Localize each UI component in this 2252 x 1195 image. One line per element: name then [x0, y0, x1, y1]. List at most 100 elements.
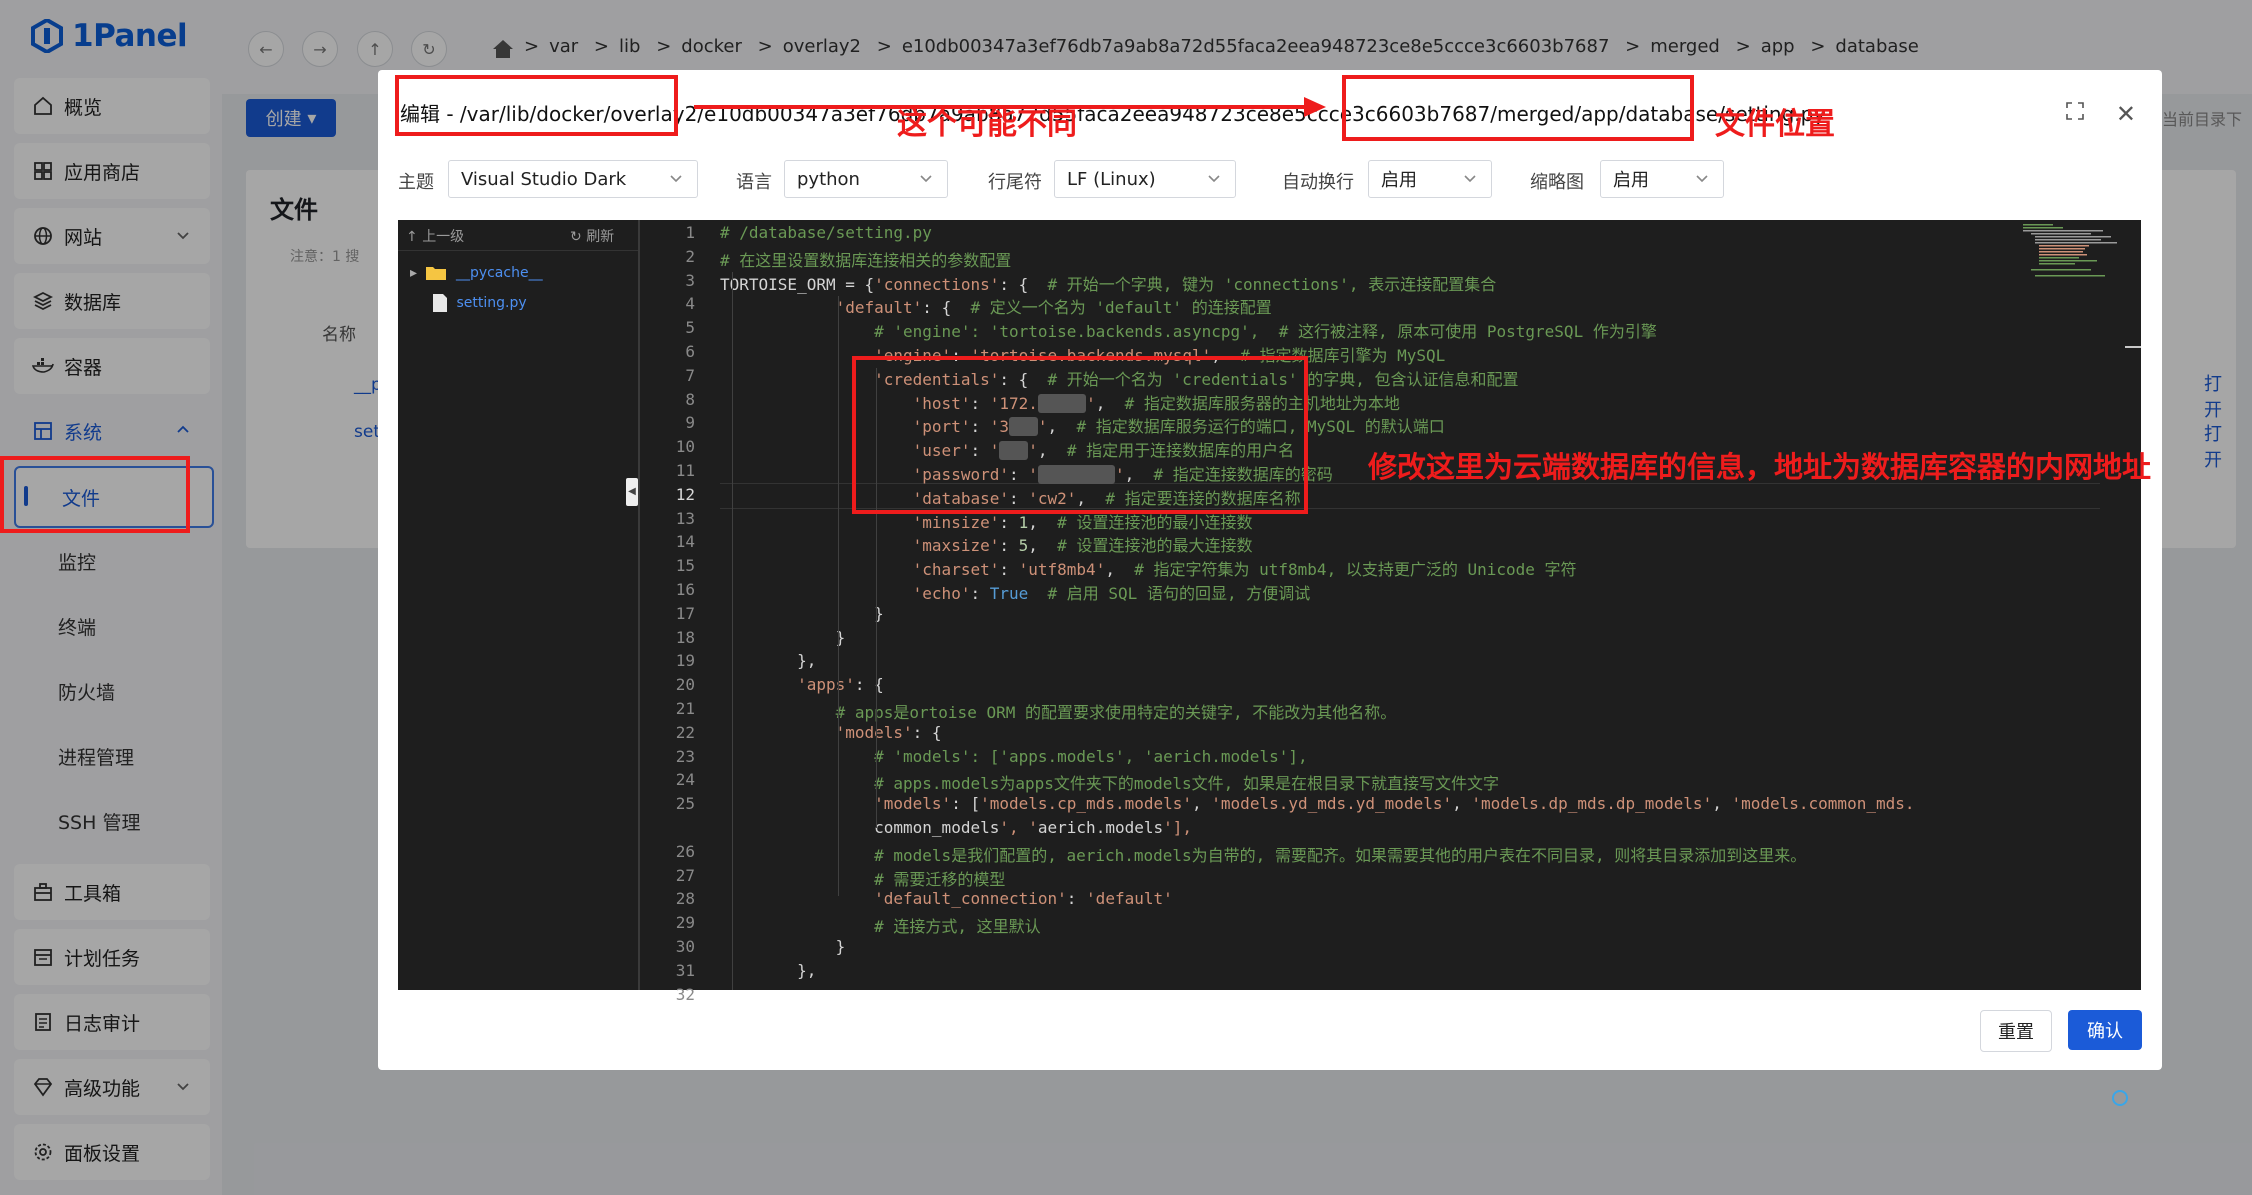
close-icon[interactable]: ✕ — [2116, 100, 2136, 128]
code-area[interactable]: # /database/setting.py # 在这里设置数据库连接相关的参数配… — [720, 220, 2100, 990]
code-line: # 'models': ['apps.models', 'aerich.mode… — [874, 746, 1308, 766]
code-line: # 'engine': 'tortoise.backends.asyncpg',… — [874, 322, 1657, 342]
minimap-select[interactable]: 启用 — [1600, 160, 1724, 198]
loading-spinner-icon — [2112, 1090, 2128, 1106]
line-number: 17 — [675, 603, 695, 623]
collapse-tree-handle[interactable]: ◀ — [626, 478, 638, 506]
line-number: 28 — [675, 889, 695, 909]
code-line: 'use_tz': False, # 是否启用时区支持, 设置为 False 代… — [720, 985, 1364, 990]
code-line: # models是我们配置的, aerich.models为自带的, 需要配齐。… — [874, 845, 1807, 865]
code-line: # 在这里设置数据库连接相关的参数配置 — [720, 250, 1012, 270]
line-number: 26 — [675, 841, 695, 861]
parent-dir-button[interactable]: ↑ 上一级 — [406, 226, 464, 246]
annotation-text-differ: 这个可能不同 — [897, 107, 1077, 142]
line-number: 19 — [675, 651, 695, 671]
chevron-down-icon — [1464, 175, 1476, 183]
code-line: } — [720, 937, 846, 956]
chevron-down-icon — [670, 175, 682, 183]
line-number: 27 — [675, 865, 695, 885]
tree-folder-item[interactable]: ▸ __pycache__ — [410, 265, 543, 281]
line-number: 8 — [685, 389, 695, 409]
code-line: 'echo': True # 启用 SQL 语句的回显, 方便调试 — [912, 584, 1311, 603]
code-line: }, — [720, 960, 817, 980]
code-line: } — [720, 627, 846, 647]
code-line: 'models': { — [835, 722, 942, 742]
annotation-box-credentials — [852, 356, 1308, 514]
code-line: } — [720, 603, 884, 623]
code-line: }, — [720, 651, 817, 671]
line-number: 10 — [675, 437, 695, 457]
line-number: 9 — [685, 413, 695, 433]
line-number: 15 — [675, 556, 695, 576]
annotation-text-file-location: 文件位置 — [1715, 107, 1835, 142]
eol-select[interactable]: LF (Linux) — [1054, 160, 1236, 198]
code-line: common_models', 'aerich.models'], — [720, 818, 1193, 837]
code-line: # 连接方式, 这里默认 — [874, 917, 1041, 937]
line-number: 1 — [685, 223, 695, 242]
line-number: 21 — [675, 699, 695, 718]
tree-file-item[interactable]: setting.py — [432, 293, 527, 313]
annotation-text-modify: 修改这里为云端数据库的信息，地址为数据库容器的内网地址 — [1368, 450, 2152, 484]
eol-label: 行尾符 — [988, 172, 1042, 193]
code-line: TORTOISE_ORM = {'connections': { # 开始一个字… — [720, 274, 1497, 294]
code-line: # apps是ortoise ORM 的配置要求使用特定的关键字, 不能改为其他… — [835, 703, 1397, 722]
code-line: 'default': { # 定义一个名为 'default' 的连接配置 — [835, 298, 1272, 318]
code-editor[interactable]: ↑ 上一级 ↻ 刷新 ▸ __pycache__ setting.py ◀ 12… — [398, 220, 2141, 1004]
line-number: 3 — [685, 270, 695, 290]
annotation-box-path-start — [395, 75, 678, 136]
code-line: 'maxsize': 5, # 设置连接池的最大连接数 — [912, 536, 1253, 556]
line-number: 18 — [675, 627, 695, 647]
language-select[interactable]: python — [784, 160, 948, 198]
line-number: 5 — [685, 318, 695, 338]
file-tree-toolbar: ↑ 上一级 ↻ 刷新 — [398, 220, 638, 251]
line-number: 6 — [685, 342, 695, 361]
line-number: 13 — [675, 508, 695, 528]
line-number: 30 — [675, 937, 695, 956]
line-number: 4 — [685, 294, 695, 314]
theme-select[interactable]: Visual Studio Dark — [448, 160, 698, 198]
annotation-box-path-end — [1342, 75, 1694, 141]
file-tree: ↑ 上一级 ↻ 刷新 ▸ __pycache__ setting.py ◀ — [398, 220, 640, 990]
line-number: 23 — [675, 746, 695, 766]
theme-label: 主题 — [398, 172, 434, 193]
code-line: # 需要迁移的模型 — [874, 869, 1006, 889]
line-number: 31 — [675, 960, 695, 980]
scroll-indicator — [2125, 346, 2141, 348]
fullscreen-icon[interactable] — [2066, 102, 2084, 120]
word-wrap-select[interactable]: 启用 — [1368, 160, 1492, 198]
minimap[interactable] — [2021, 222, 2121, 292]
code-line: 'default_connection': 'default' — [874, 889, 1173, 909]
line-number: 32 — [675, 984, 695, 1004]
caret-right-icon: ▸ — [410, 265, 418, 281]
line-number: 29 — [675, 913, 695, 933]
line-number: 24 — [675, 770, 695, 790]
confirm-button[interactable]: 确认 — [2068, 1010, 2142, 1050]
tree-refresh-button[interactable]: ↻ 刷新 — [570, 226, 614, 246]
line-number: 14 — [675, 532, 695, 552]
line-number: 12 — [675, 484, 695, 504]
line-number: 20 — [675, 675, 695, 695]
annotation-box-files-menu — [0, 456, 190, 533]
line-number: 7 — [685, 365, 695, 385]
code-line: 'apps': { — [797, 675, 884, 695]
code-line: 'models': ['models.cp_mds.models', 'mode… — [874, 794, 1915, 814]
line-number: 25 — [675, 794, 695, 814]
chevron-down-icon — [920, 175, 932, 183]
reset-button[interactable]: 重置 — [1980, 1010, 2052, 1052]
line-number: 22 — [675, 722, 695, 742]
code-line: # apps.models为apps文件夹下的models文件, 如果是在根目录… — [874, 774, 1499, 794]
line-number: 2 — [685, 246, 695, 266]
code-line: # /database/setting.py — [720, 223, 932, 242]
chevron-down-icon — [1696, 175, 1708, 183]
indent-guide — [732, 272, 733, 990]
language-label: 语言 — [736, 172, 772, 193]
code-line: 'charset': 'utf8mb4', # 指定字符集为 utf8mb4, … — [912, 560, 1577, 580]
line-number: 11 — [675, 461, 695, 480]
edit-file-dialog: 编辑 - /var/lib/docker/overlay2/e10db00347… — [378, 70, 2162, 1070]
chevron-down-icon — [1208, 175, 1220, 183]
line-number-gutter: 1 2 3 4 5 6 7 8 9 10 11 12 13 14 15 16 17 18 19 20 21 22 23 24 2… — [641, 220, 705, 1004]
minimap-label: 缩略图 — [1530, 172, 1584, 193]
line-number: 16 — [675, 580, 695, 599]
folder-icon — [426, 267, 447, 280]
indent-guide — [838, 296, 839, 896]
